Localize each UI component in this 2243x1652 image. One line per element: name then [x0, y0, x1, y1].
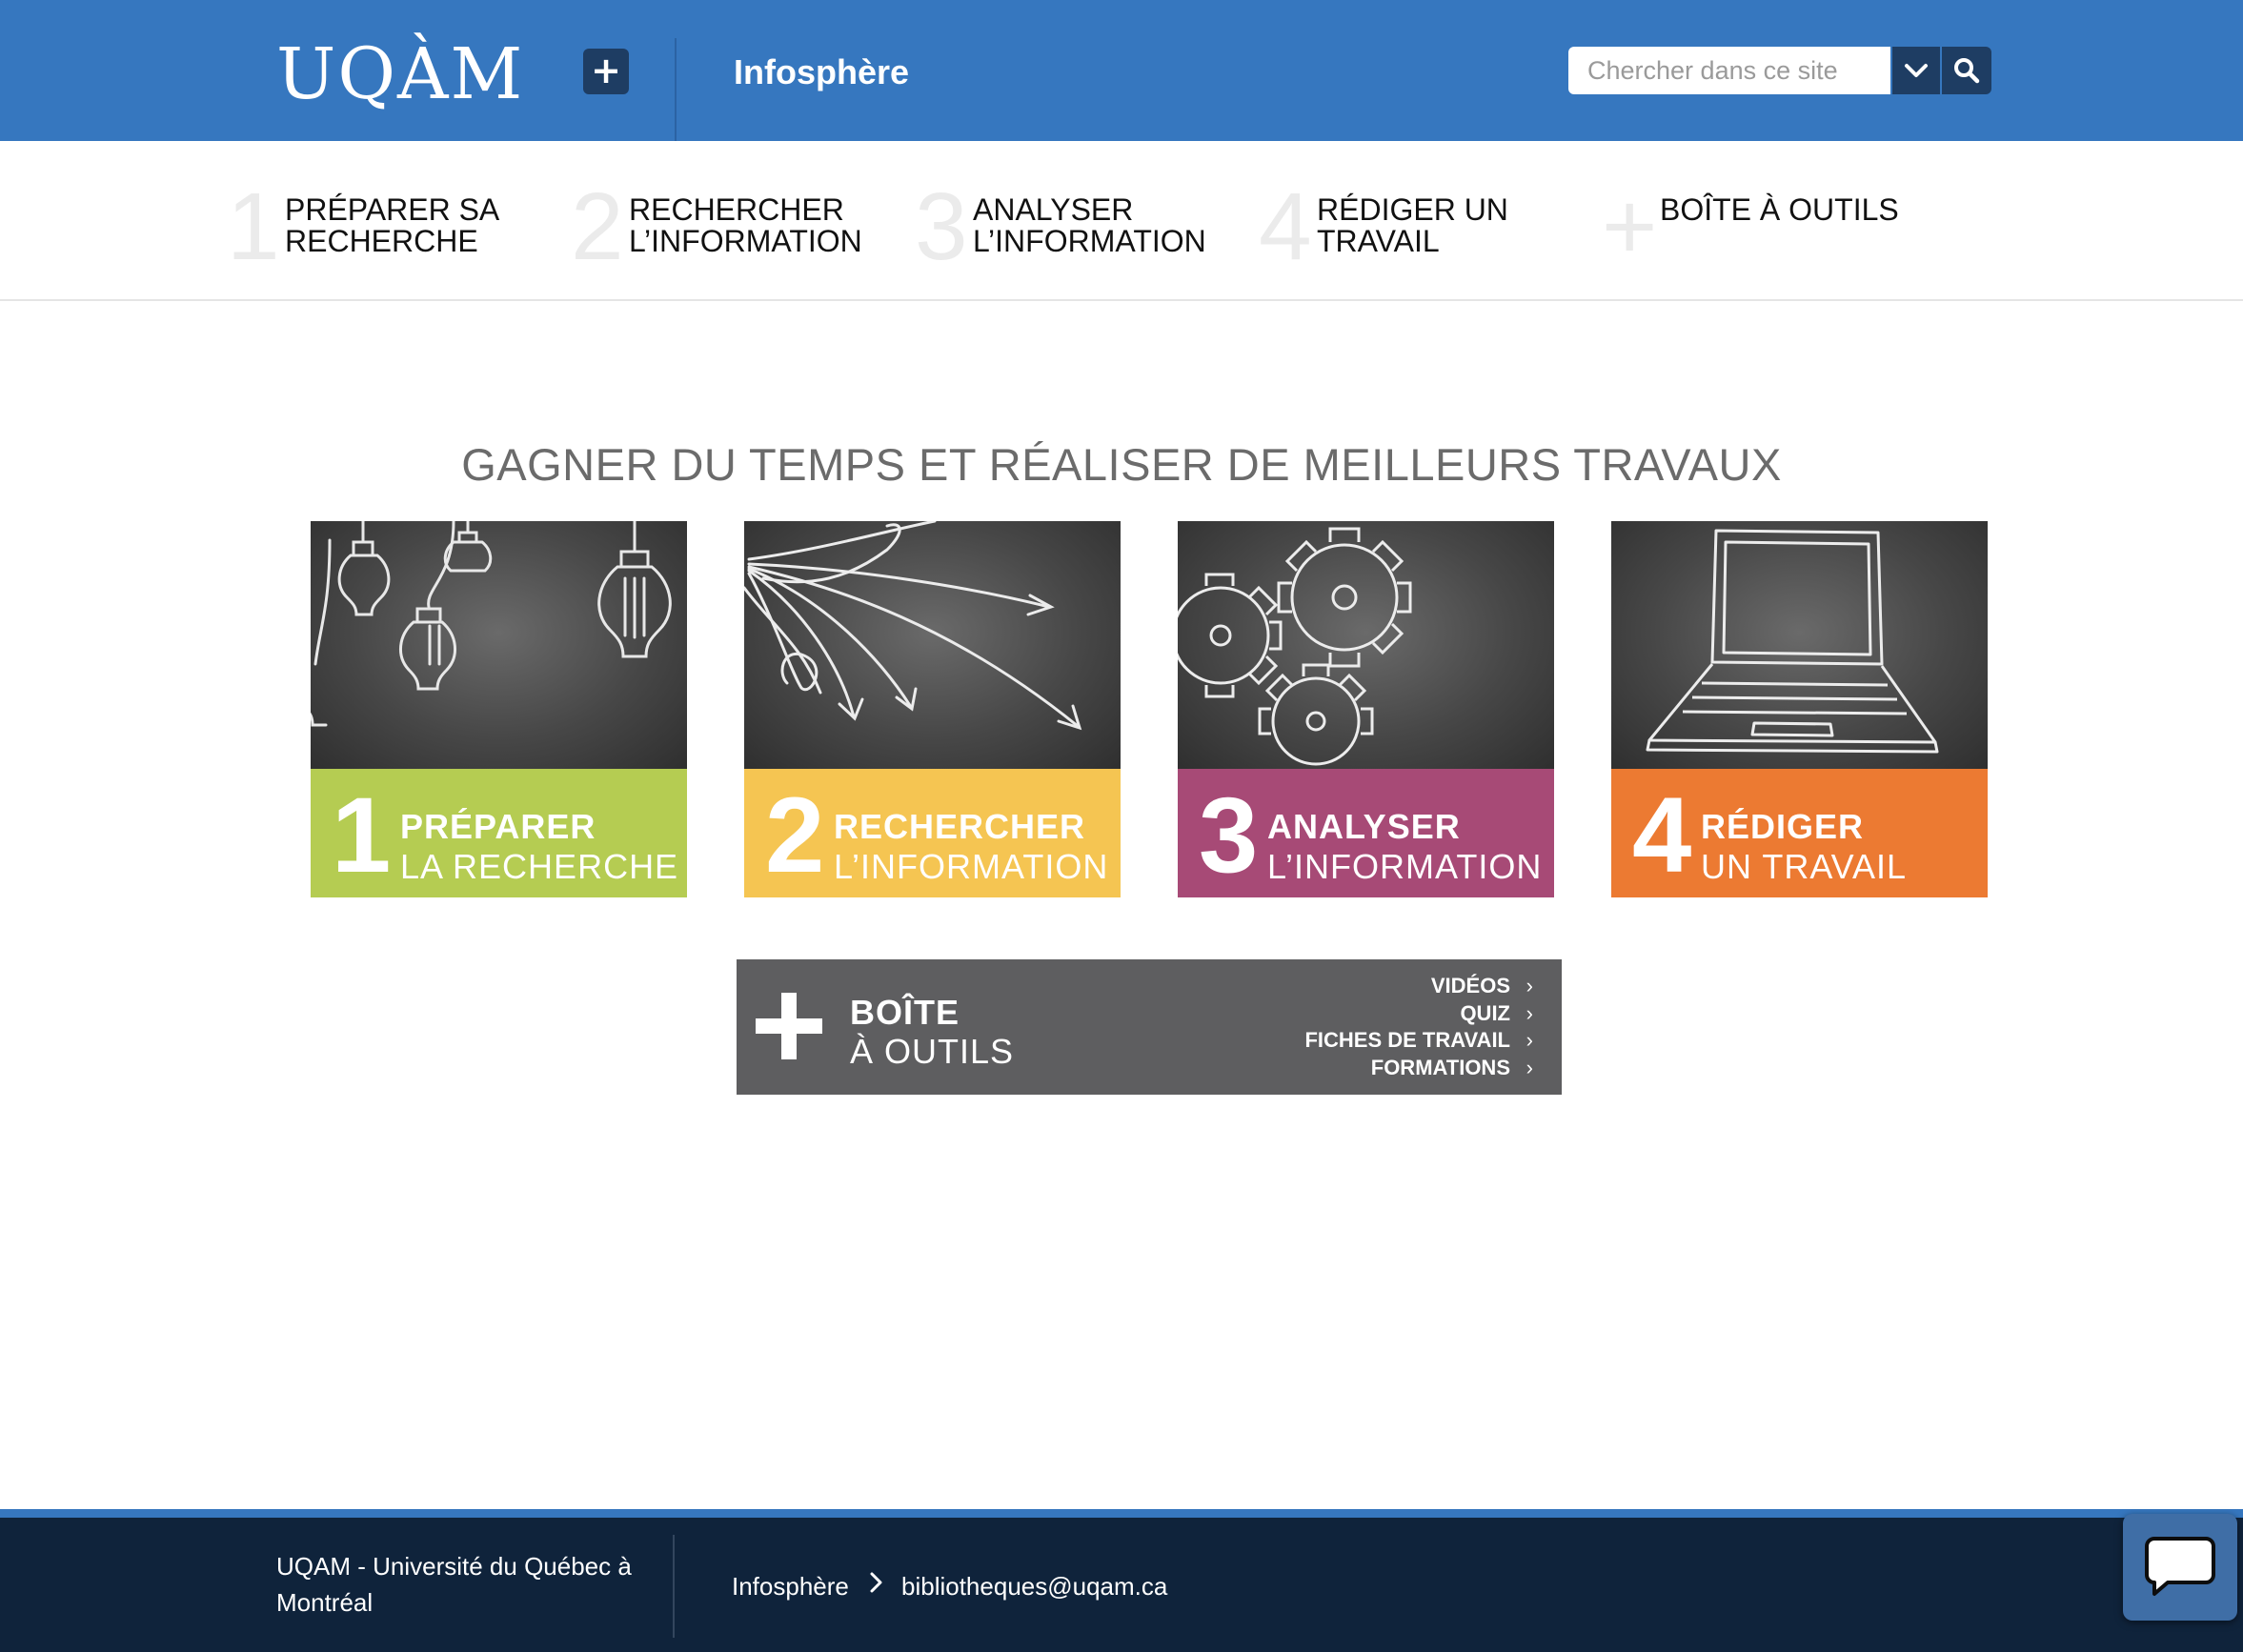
step-number: 3	[915, 173, 968, 280]
toolbox-banner[interactable]: BOÎTE À OUTILS VIDÉOS › QUIZ › FICHES DE T…	[737, 959, 1562, 1095]
site-footer: UQAM - Université du Québec à Montréal I…	[0, 1518, 2243, 1652]
chevron-right-icon: ›	[1526, 974, 1533, 997]
link-label: FORMATIONS	[1370, 1055, 1510, 1079]
step-number: +	[1602, 173, 1658, 280]
step-number: 4	[1259, 173, 1312, 280]
toolbox-link-quiz[interactable]: QUIZ ›	[1247, 1000, 1533, 1028]
card-band: 2 RECHERCHER L’INFORMATION	[744, 769, 1121, 897]
toolbox-link-fiches[interactable]: FICHES DE TRAVAIL ›	[1247, 1027, 1533, 1055]
card-number: 1	[332, 776, 392, 895]
nav-step-3[interactable]: 3 Analyser l’information	[915, 173, 1206, 280]
card-number: 3	[1199, 776, 1259, 895]
nav-step-4[interactable]: 4 Rédiger un travail	[1259, 179, 1545, 274]
chevron-right-icon: ›	[1526, 1000, 1533, 1025]
footer-breadcrumb-link[interactable]: Infosphère	[732, 1568, 849, 1604]
page-headline: GAGNER DU TEMPS ET RÉALISER DE MEILLEURS…	[461, 439, 1782, 490]
card-band: 1 PRÉPARER LA RECHERCHE	[311, 769, 687, 897]
search-icon	[1954, 58, 1980, 84]
search-button[interactable]	[1942, 47, 1991, 94]
chat-button[interactable]	[2123, 1514, 2237, 1621]
card-rechercher[interactable]: 2 RECHERCHER L’INFORMATION	[744, 521, 1121, 897]
footer-stripe	[0, 1509, 2243, 1518]
step-label: Analyser l’information	[973, 192, 1206, 258]
uqam-logo[interactable]: UQÀM	[276, 36, 524, 112]
step-label: Boîte à outils	[1660, 192, 1899, 227]
card-subtitle: L’INFORMATION	[1267, 847, 1543, 886]
laptop-illustration	[1611, 521, 1988, 769]
card-analyser[interactable]: 3 ANALYSER L’INFORMATION	[1178, 521, 1554, 897]
site-title-link[interactable]: Infosphère	[734, 48, 909, 97]
step-number: 1	[227, 173, 280, 280]
card-subtitle: LA RECHERCHE	[400, 847, 679, 886]
step-label: Rédiger un travail	[1317, 192, 1508, 258]
card-title: RECHERCHER	[834, 807, 1086, 846]
site-header: UQÀM + Infosphère	[0, 0, 2243, 141]
card-title: RÉDIGER	[1701, 807, 1865, 846]
header-divider	[675, 38, 677, 141]
step-label: Préparer sa recherche	[285, 192, 498, 258]
toolbox-subtitle: À OUTILS	[850, 1032, 1015, 1071]
card-subtitle: L’INFORMATION	[834, 847, 1109, 886]
link-label: VIDÉOS	[1430, 974, 1510, 997]
card-rediger[interactable]: 4 RÉDIGER UN TRAVAIL	[1611, 521, 1988, 897]
toolbox-links: VIDÉOS › QUIZ › FICHES DE TRAVAIL › FORMATI…	[1247, 973, 1533, 1081]
nav-step-1[interactable]: 1 Préparer sa recherche	[227, 179, 513, 274]
card-subtitle: UN TRAVAIL	[1701, 847, 1908, 886]
nav-step-2[interactable]: 2 Rechercher l’information	[571, 173, 862, 280]
card-number: 4	[1632, 776, 1692, 895]
nav-toolbox[interactable]: + Boîte à outils	[1602, 179, 1926, 274]
footer-divider	[673, 1535, 675, 1638]
search-input[interactable]	[1568, 47, 1890, 94]
toolbox-title: BOÎTE	[850, 993, 960, 1032]
arrows-illustration	[744, 521, 1121, 769]
card-band: 3 ANALYSER L’INFORMATION	[1178, 769, 1554, 897]
search-scope-dropdown[interactable]	[1892, 47, 1940, 94]
gears-illustration	[1178, 521, 1554, 769]
chevron-down-icon	[1905, 64, 1928, 77]
card-number: 2	[765, 776, 825, 895]
card-title: PRÉPARER	[400, 807, 596, 846]
card-title: ANALYSER	[1267, 807, 1461, 846]
toolbox-link-videos[interactable]: VIDÉOS ›	[1247, 973, 1533, 1000]
card-band: 4 RÉDIGER UN TRAVAIL	[1611, 769, 1988, 897]
chevron-right-icon: ›	[1526, 1028, 1533, 1052]
step-navigation: 1 Préparer sa recherche 2 Rechercher l’i…	[0, 141, 2243, 301]
plus-icon	[756, 993, 822, 1059]
chat-bubble-icon	[2145, 1537, 2215, 1596]
link-label: FICHES DE TRAVAIL	[1304, 1028, 1510, 1052]
link-label: QUIZ	[1460, 1000, 1510, 1025]
chevron-right-icon	[867, 1568, 886, 1606]
footer-email-link[interactable]: bibliotheques@uqam.ca	[901, 1568, 1167, 1604]
footer-institution-link[interactable]: UQAM - Université du Québec à Montréal	[276, 1548, 648, 1621]
card-preparer[interactable]: 1 PRÉPARER LA RECHERCHE	[311, 521, 687, 897]
chevron-right-icon: ›	[1526, 1055, 1533, 1079]
toolbox-link-formations[interactable]: FORMATIONS ›	[1247, 1055, 1533, 1082]
light-bulbs-illustration	[311, 521, 687, 769]
expand-menu-button[interactable]: +	[583, 49, 629, 94]
step-label: Rechercher l’information	[629, 192, 862, 258]
step-number: 2	[571, 173, 624, 280]
